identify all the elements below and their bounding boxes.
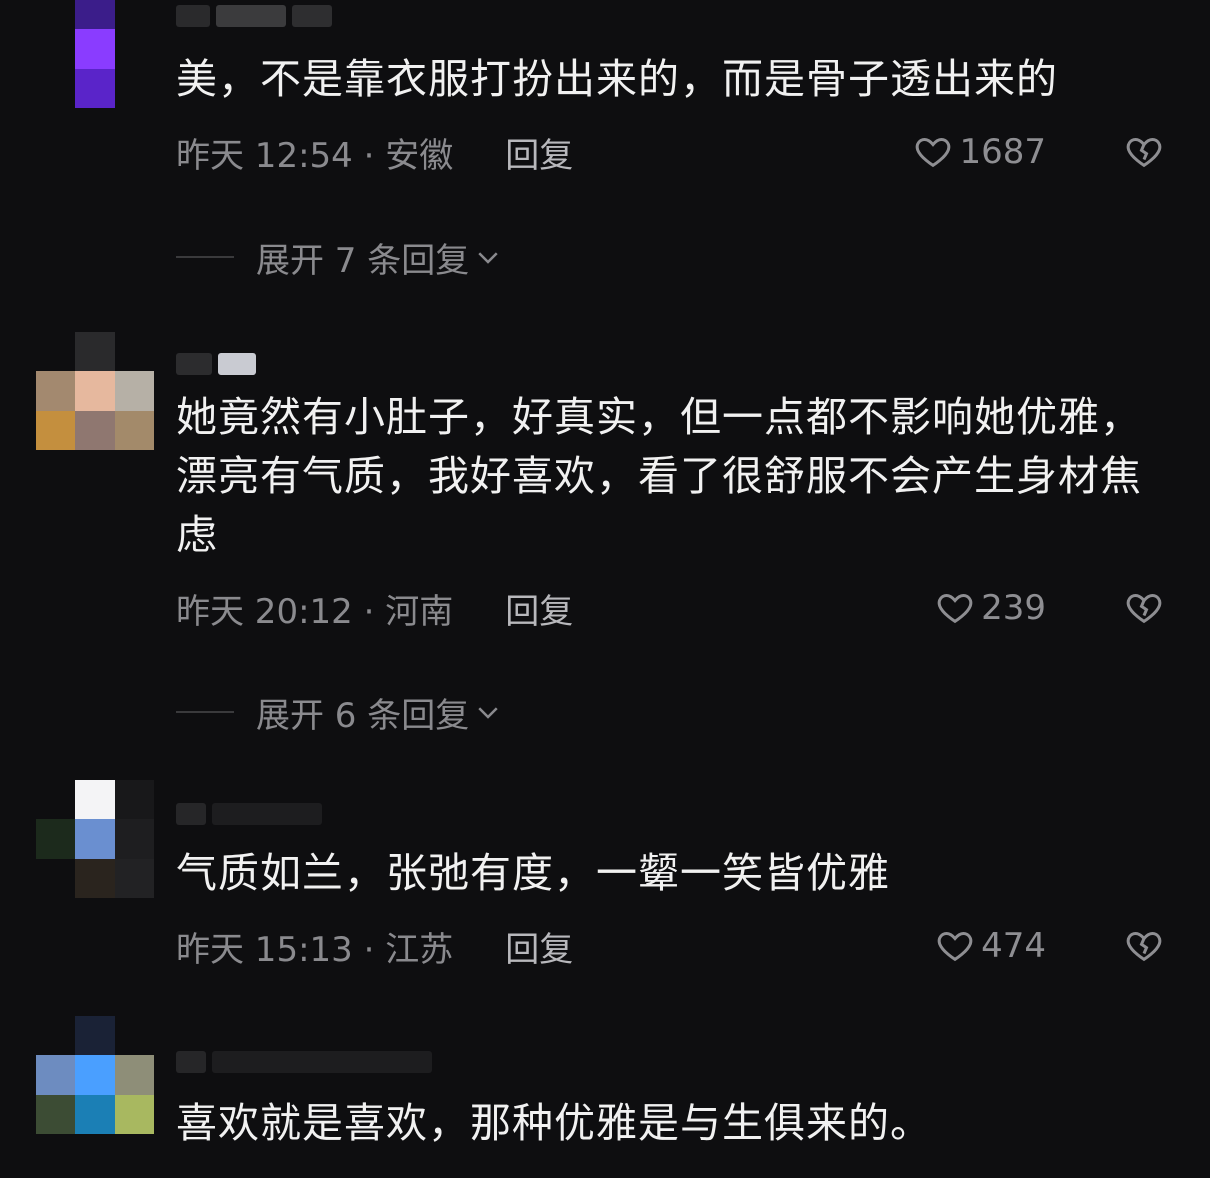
broken-heart-icon[interactable] <box>1124 588 1164 628</box>
comment-time-location: 昨天 20:12 · 河南 <box>176 591 454 632</box>
comment-text: 喜欢就是喜欢，那种优雅是与生俱来的。 <box>176 1099 932 1147</box>
username[interactable] <box>176 1048 432 1076</box>
expand-replies-button[interactable]: 展开 6 条回复 <box>176 688 503 736</box>
chevron-down-icon <box>478 252 498 264</box>
username[interactable] <box>176 350 256 378</box>
reply-button[interactable]: 回复 <box>505 922 573 971</box>
chevron-down-icon <box>478 707 498 719</box>
comment-text: 气质如兰，张弛有度，一颦一笑皆优雅 <box>176 849 890 897</box>
like-button[interactable]: 1687 <box>913 132 1046 172</box>
comment-meta: 昨天 12:54 · 安徽 回复 1687 <box>176 128 1166 176</box>
username[interactable] <box>176 2 332 30</box>
expand-replies-label: 展开 7 条回复 <box>256 240 470 281</box>
heart-outline-icon <box>916 137 951 168</box>
comment-meta: 昨天 15:13 · 江苏 回复 474 <box>176 922 1166 970</box>
divider <box>176 711 234 713</box>
broken-heart-icon[interactable] <box>1124 926 1164 966</box>
expand-replies-button[interactable]: 展开 7 条回复 <box>176 233 503 281</box>
reply-button[interactable]: 回复 <box>505 128 573 177</box>
reply-button[interactable]: 回复 <box>505 584 573 633</box>
avatar[interactable] <box>36 332 154 450</box>
expand-replies-label: 展开 6 条回复 <box>256 695 470 736</box>
like-count: 1687 <box>959 132 1046 172</box>
like-button[interactable]: 474 <box>935 926 1046 966</box>
heart-outline-icon <box>937 593 973 624</box>
comment-text: 美，不是靠衣服打扮出来的，而是骨子透出来的 <box>176 55 1058 103</box>
divider <box>176 256 234 258</box>
comment-time-location: 昨天 15:13 · 江苏 <box>176 929 454 970</box>
username[interactable] <box>176 800 322 828</box>
like-count: 239 <box>981 588 1046 628</box>
like-button[interactable]: 239 <box>935 588 1046 628</box>
heart-outline-icon <box>937 931 973 962</box>
comment-time-location: 昨天 12:54 · 安徽 <box>176 135 454 176</box>
comment-meta: 昨天 20:12 · 河南 回复 239 <box>176 584 1166 632</box>
avatar[interactable] <box>36 780 154 898</box>
broken-heart-icon[interactable] <box>1124 132 1164 172</box>
avatar[interactable] <box>36 1016 154 1134</box>
avatar[interactable] <box>36 0 154 108</box>
comment-text: 她竟然有小肚子，好真实，但一点都不影响她优雅，漂亮有气质，我好喜欢，看了很舒服不… <box>176 393 1142 559</box>
like-count: 474 <box>981 926 1046 966</box>
